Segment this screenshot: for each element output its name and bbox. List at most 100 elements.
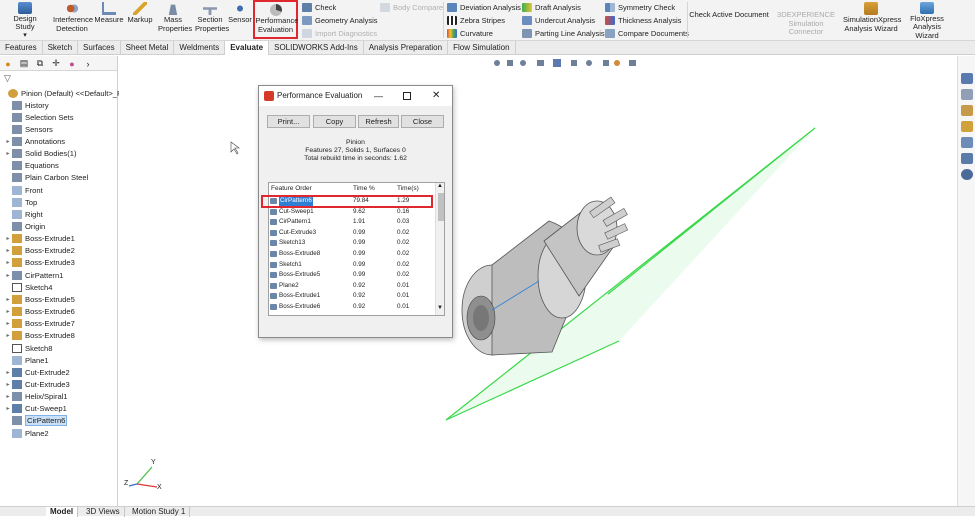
tab-surfaces[interactable]: Surfaces xyxy=(78,41,121,55)
tree-item-cirpattern1[interactable]: ▸ CirPattern1 xyxy=(4,269,63,281)
appearances-icon[interactable] xyxy=(961,153,973,164)
tree-item-top[interactable]: Top xyxy=(4,196,37,208)
expand-icon[interactable]: ▸ xyxy=(4,138,12,145)
markup-button[interactable]: Markup xyxy=(126,0,154,40)
tab-sketch[interactable]: Sketch xyxy=(43,41,79,55)
tree-item-sketch4[interactable]: Sketch4 xyxy=(4,281,52,293)
floxpress-button[interactable]: FloXpress Analysis Wizard xyxy=(900,0,954,40)
feature-manager-tab-icon[interactable]: ● xyxy=(0,56,16,71)
property-manager-tab-icon[interactable]: ▤ xyxy=(16,56,32,71)
tree-item-annotations[interactable]: ▸ Annotations xyxy=(4,135,65,147)
filter-icon[interactable]: ▽ xyxy=(4,73,11,84)
display-manager-tab-icon[interactable]: ● xyxy=(64,56,80,71)
tree-root-part[interactable]: Pinion (Default) <<Default>_P xyxy=(0,87,122,99)
expand-icon[interactable]: ▸ xyxy=(4,247,12,254)
body-compare-button[interactable]: Body Compare xyxy=(380,1,443,13)
tree-item-solid-bodies-1-[interactable]: ▸ Solid Bodies(1) xyxy=(4,148,77,160)
tree-item-helix-spiral1[interactable]: ▸ Helix/Spiral1 xyxy=(4,391,68,403)
table-row[interactable]: CirPattern1 1.91 0.03 xyxy=(269,217,435,228)
zebra-stripes-button[interactable]: Zebra Stripes xyxy=(447,14,505,26)
maximize-icon[interactable] xyxy=(403,92,411,100)
print-button[interactable]: Print... xyxy=(267,115,310,128)
tree-item-plain-carbon-steel[interactable]: Plain Carbon Steel xyxy=(4,172,88,184)
table-row[interactable]: Boss-Extrude8 0.99 0.02 xyxy=(269,249,435,260)
tree-item-plane2[interactable]: Plane2 xyxy=(4,427,49,439)
tree-item-origin[interactable]: Origin xyxy=(4,221,45,233)
tree-item-front[interactable]: Front xyxy=(4,184,43,196)
section-properties-button[interactable]: Section Properties xyxy=(193,0,229,40)
expand-icon[interactable]: ▸ xyxy=(4,259,12,266)
parting-line-analysis-button[interactable]: Parting Line Analysis xyxy=(522,27,605,39)
tab-flow-simulation[interactable]: Flow Simulation xyxy=(448,41,516,55)
tab-evaluate[interactable]: Evaluate xyxy=(225,41,270,55)
table-row[interactable]: Sketch1 0.99 0.02 xyxy=(269,260,435,271)
tab-weldments[interactable]: Weldments xyxy=(174,41,226,55)
tree-item-right[interactable]: Right xyxy=(4,208,43,220)
deviation-analysis-button[interactable]: Deviation Analysis xyxy=(447,1,521,13)
mass-properties-button[interactable]: Mass Properties xyxy=(155,0,192,40)
tree-item-boss-extrude2[interactable]: ▸ Boss-Extrude2 xyxy=(4,245,75,257)
tab-features[interactable]: Features xyxy=(0,41,43,55)
tree-item-boss-extrude3[interactable]: ▸ Boss-Extrude3 xyxy=(4,257,75,269)
undercut-analysis-button[interactable]: Undercut Analysis xyxy=(522,14,595,26)
model-viewport[interactable] xyxy=(119,56,957,506)
tree-item-boss-extrude7[interactable]: ▸ Boss-Extrude7 xyxy=(4,318,75,330)
custom-properties-icon[interactable] xyxy=(961,169,973,180)
dimxpert-tab-icon[interactable]: ✛ xyxy=(48,56,64,71)
minimize-icon[interactable]: — xyxy=(374,86,383,106)
tree-item-equations[interactable]: Equations xyxy=(4,160,59,172)
table-row[interactable]: Sketch13 0.99 0.02 xyxy=(269,238,435,249)
interference-detection-button[interactable]: Interference Detection xyxy=(51,0,93,40)
sensor-button[interactable]: Sensor xyxy=(228,0,252,40)
geometry-analysis-button[interactable]: Geometry Analysis xyxy=(302,14,378,26)
graphics-area[interactable]: Y X Z xyxy=(119,56,957,506)
refresh-button[interactable]: Refresh xyxy=(358,115,399,128)
tree-item-cirpattern6[interactable]: CirPattern6 xyxy=(4,415,68,427)
tree-item-boss-extrude8[interactable]: ▸ Boss-Extrude8 xyxy=(4,330,75,342)
expand-icon[interactable]: ▸ xyxy=(4,332,12,339)
table-row[interactable]: Boss-Extrude5 0.99 0.02 xyxy=(269,270,435,281)
import-diagnostics-button[interactable]: Import Diagnostics xyxy=(302,27,377,39)
column-header-feature-order[interactable]: Feature Order xyxy=(271,185,312,194)
symmetry-check-button[interactable]: Symmetry Check xyxy=(605,1,675,13)
file-explorer-icon[interactable] xyxy=(961,121,973,132)
table-row[interactable]: Cut-Sweep1 9.62 0.16 xyxy=(269,207,435,218)
tree-item-cut-extrude2[interactable]: ▸ Cut-Extrude2 xyxy=(4,366,70,378)
resources-icon[interactable] xyxy=(961,89,973,100)
column-header-time-percent[interactable]: Time % xyxy=(353,185,375,194)
table-row[interactable]: Boss-Extrude1 0.92 0.01 xyxy=(269,291,435,302)
expand-icon[interactable]: ▸ xyxy=(4,369,12,376)
scroll-up-icon[interactable]: ▲ xyxy=(437,183,443,189)
close-button[interactable]: Close xyxy=(401,115,444,128)
tree-item-boss-extrude1[interactable]: ▸ Boss-Extrude1 xyxy=(4,233,75,245)
thickness-analysis-button[interactable]: Thickness Analysis xyxy=(605,14,681,26)
check-button[interactable]: Check xyxy=(302,1,336,13)
expand-icon[interactable]: ▸ xyxy=(4,296,12,303)
tree-item-sketch8[interactable]: Sketch8 xyxy=(4,342,52,354)
tree-item-sensors[interactable]: Sensors xyxy=(4,123,53,135)
tree-item-plane1[interactable]: Plane1 xyxy=(4,354,49,366)
close-window-icon[interactable]: ✕ xyxy=(432,86,440,106)
tree-item-cut-sweep1[interactable]: ▸ Cut-Sweep1 xyxy=(4,403,67,415)
tree-item-cut-extrude3[interactable]: ▸ Cut-Extrude3 xyxy=(4,378,70,390)
expand-icon[interactable]: ▸ xyxy=(4,381,12,388)
3dexperience-simulation-connector-button[interactable]: 3DEXPERIENCE Simulation Connector xyxy=(770,0,842,40)
table-row[interactable]: Boss-Extrude6 0.92 0.01 xyxy=(269,302,435,313)
expand-icon[interactable]: ▸ xyxy=(4,272,12,279)
tree-item-history[interactable]: History xyxy=(4,99,49,111)
design-library-icon[interactable] xyxy=(961,105,973,116)
compare-documents-button[interactable]: Compare Documents xyxy=(605,27,689,39)
tab-solidworks-add-ins[interactable]: SOLIDWORKS Add-Ins xyxy=(269,41,364,55)
scroll-thumb[interactable] xyxy=(438,193,444,221)
design-study-button[interactable]: Design Study ▾ xyxy=(3,0,47,40)
dialog-titlebar[interactable]: Performance Evaluation — ✕ xyxy=(259,86,452,106)
draft-analysis-button[interactable]: Draft Analysis xyxy=(522,1,581,13)
expand-icon[interactable]: ▸ xyxy=(4,393,12,400)
expand-icon[interactable]: ▸ xyxy=(4,235,12,242)
configuration-manager-tab-icon[interactable]: ⧉ xyxy=(32,56,48,71)
view-palette-icon[interactable] xyxy=(961,137,973,148)
table-scrollbar[interactable]: ▲ ▼ xyxy=(435,183,444,315)
expand-tabs-icon[interactable]: › xyxy=(80,56,96,71)
tree-item-boss-extrude6[interactable]: ▸ Boss-Extrude6 xyxy=(4,306,75,318)
measure-button[interactable]: Measure xyxy=(94,0,124,40)
